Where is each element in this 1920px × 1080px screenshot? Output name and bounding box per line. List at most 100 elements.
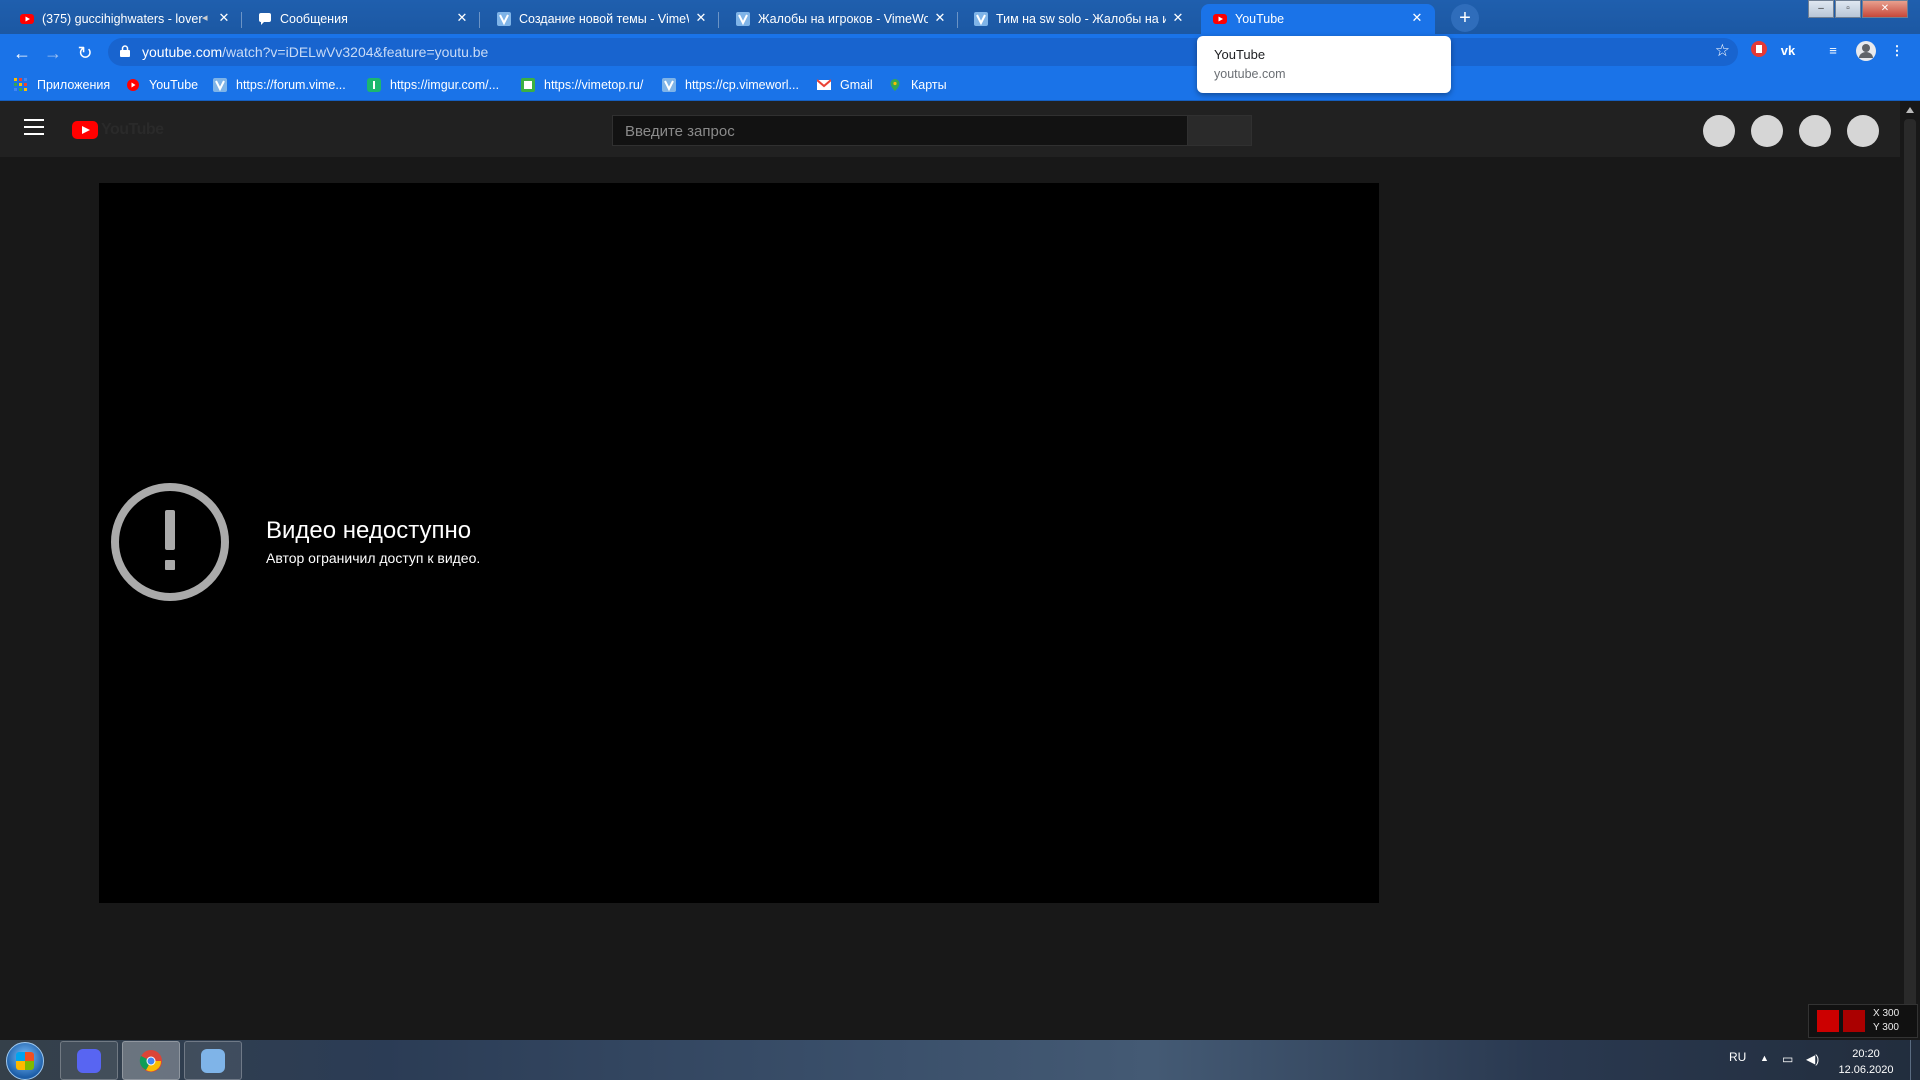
- gmail-icon: [817, 79, 831, 90]
- speaker-icon[interactable]: ◂: [202, 11, 212, 25]
- scroll-up-arrow-icon[interactable]: [1906, 107, 1914, 113]
- tab-separator: [718, 12, 719, 28]
- apps-icon[interactable]: [1751, 115, 1783, 147]
- close-tab-button[interactable]: ✕: [693, 10, 709, 26]
- clock-time: 20:20: [1852, 1048, 1880, 1060]
- youtube-icon: [127, 79, 139, 91]
- tab-music-video[interactable]: (375) guccihighwaters - lover ◂ ✕: [8, 4, 242, 34]
- create-video-icon[interactable]: [1703, 115, 1735, 147]
- tab-create-topic[interactable]: Создание новой темы - VimeW ✕: [485, 4, 719, 34]
- tab-messages[interactable]: Сообщения ✕: [246, 4, 480, 34]
- taskbar-vimeworld[interactable]: [184, 1041, 242, 1080]
- scrollbar-thumb[interactable]: [1904, 119, 1916, 1029]
- close-tab-button[interactable]: ✕: [1409, 10, 1425, 26]
- youtube-icon: [20, 14, 34, 24]
- search-button[interactable]: [1188, 115, 1252, 146]
- profile-avatar-icon[interactable]: [1855, 40, 1877, 62]
- bookmark-forum[interactable]: https://forum.vime...: [213, 76, 346, 94]
- tab-strip: (375) guccihighwaters - lover ◂ ✕ Сообще…: [0, 0, 1920, 34]
- browser-toolbar: ← → ↻ youtube.com/watch?v=iDELwVv3204&fe…: [0, 34, 1920, 70]
- reload-icon[interactable]: ↻: [73, 41, 97, 65]
- tab-youtube-active[interactable]: YouTube ✕: [1201, 4, 1435, 34]
- tray-expand-icon[interactable]: ▲: [1760, 1053, 1769, 1063]
- bookmark-youtube[interactable]: YouTube: [126, 76, 198, 94]
- discord-icon: [77, 1049, 101, 1073]
- vimeworld-icon: [213, 78, 227, 92]
- close-tab-button[interactable]: ✕: [1170, 10, 1186, 26]
- tab-title: (375) guccihighwaters - lover: [42, 12, 203, 26]
- bookmarks-bar: Приложения YouTube https://forum.vime...…: [0, 70, 1920, 101]
- url-text: youtube.com/watch?v=iDELwVv3204&feature=…: [142, 44, 489, 60]
- vimetop-icon: [521, 78, 535, 92]
- bookmark-apps[interactable]: Приложения: [14, 76, 110, 94]
- tab-sw-solo[interactable]: Тим на sw solo - Жалобы на игр ✕: [962, 4, 1196, 34]
- network-icon[interactable]: ▭: [1782, 1052, 1793, 1066]
- youtube-logo-icon[interactable]: [72, 121, 98, 139]
- back-arrow-icon[interactable]: ←: [10, 41, 34, 65]
- page-scrollbar[interactable]: [1900, 101, 1920, 1039]
- vimeworld-icon: [497, 12, 511, 26]
- tab-hover-card: YouTube youtube.com: [1197, 36, 1451, 93]
- youtube-masthead: YouTube Введите запрос: [0, 101, 1900, 157]
- tool-icon: [1817, 1010, 1839, 1032]
- bookmark-star-icon[interactable]: ☆: [1715, 41, 1730, 61]
- extension-badge-icon[interactable]: [1748, 40, 1770, 62]
- menu-kebab-icon[interactable]: ⋮: [1886, 40, 1908, 62]
- search-placeholder: Введите запрос: [625, 123, 735, 140]
- apps-grid-icon: [14, 78, 27, 91]
- system-clock[interactable]: 20:20 12.06.2020: [1826, 1046, 1906, 1078]
- notifications-icon[interactable]: [1799, 115, 1831, 147]
- new-tab-button[interactable]: +: [1451, 4, 1479, 32]
- taskbar-discord[interactable]: [60, 1041, 118, 1080]
- vimeworld-icon: [662, 78, 676, 92]
- tab-title: Жалобы на игроков - VimeWorl: [758, 12, 928, 26]
- vk-icon[interactable]: vk: [1777, 40, 1799, 62]
- volume-icon[interactable]: ◀): [1806, 1052, 1819, 1066]
- minimize-button[interactable]: –: [1808, 0, 1834, 18]
- close-tab-button[interactable]: ✕: [454, 10, 470, 26]
- youtube-icon: [1213, 14, 1227, 24]
- clock-date: 12.06.2020: [1838, 1064, 1894, 1076]
- hamburger-menu-icon[interactable]: [24, 119, 44, 135]
- youtube-logo-text[interactable]: YouTube: [101, 121, 164, 139]
- hover-card-domain: youtube.com: [1214, 67, 1286, 81]
- media-queue-icon[interactable]: ≡: [1822, 40, 1844, 62]
- language-indicator[interactable]: RU: [1729, 1050, 1746, 1064]
- account-avatar[interactable]: [1847, 115, 1879, 147]
- close-tab-button[interactable]: ✕: [932, 10, 948, 26]
- close-window-button[interactable]: ✕: [1862, 0, 1908, 18]
- maximize-button[interactable]: ▫: [1835, 0, 1861, 18]
- start-button[interactable]: [6, 1042, 44, 1080]
- tab-title: Создание новой темы - VimeW: [519, 12, 689, 26]
- windows-taskbar: [0, 1040, 1920, 1080]
- bookmark-imgur[interactable]: https://imgur.com/...: [367, 76, 499, 94]
- tab-separator: [479, 12, 480, 28]
- error-subtitle: Автор ограничил доступ к видео.: [266, 550, 481, 566]
- vimeworld-icon: [201, 1049, 225, 1073]
- lock-icon: [120, 45, 130, 57]
- y-readout: Y 300: [1873, 1022, 1899, 1033]
- tab-title: YouTube: [1235, 12, 1285, 26]
- tab-separator: [241, 12, 242, 28]
- chrome-icon: [139, 1050, 162, 1072]
- hand-icon: [1843, 1010, 1865, 1032]
- bookmark-vimetop[interactable]: https://vimetop.ru/: [521, 76, 643, 94]
- window-controls: – ▫ ✕: [1807, 0, 1908, 18]
- address-bar[interactable]: youtube.com/watch?v=iDELwVv3204&feature=…: [108, 38, 1738, 66]
- windows-logo-icon: [16, 1052, 34, 1070]
- vimeworld-icon: [974, 12, 988, 26]
- x-readout: X 300: [1873, 1008, 1900, 1019]
- taskbar-chrome[interactable]: [122, 1041, 180, 1080]
- show-desktop-button[interactable]: [1910, 1040, 1920, 1080]
- exclamation-circle-icon: [111, 483, 229, 601]
- forward-arrow-icon[interactable]: →: [41, 41, 65, 65]
- close-tab-button[interactable]: ✕: [216, 10, 232, 26]
- bookmark-cp-vimeworld[interactable]: https://cp.vimeworl...: [662, 76, 799, 94]
- tab-title: Тим на sw solo - Жалобы на игр: [996, 12, 1166, 26]
- search-input[interactable]: Введите запрос: [612, 115, 1188, 146]
- video-player[interactable]: Видео недоступно Автор ограничил доступ …: [99, 183, 1379, 903]
- bookmark-gmail[interactable]: Gmail: [817, 76, 873, 94]
- bookmark-maps[interactable]: Карты: [888, 76, 947, 94]
- tab-separator: [957, 12, 958, 28]
- tab-complaints[interactable]: Жалобы на игроков - VimeWorl ✕: [724, 4, 958, 34]
